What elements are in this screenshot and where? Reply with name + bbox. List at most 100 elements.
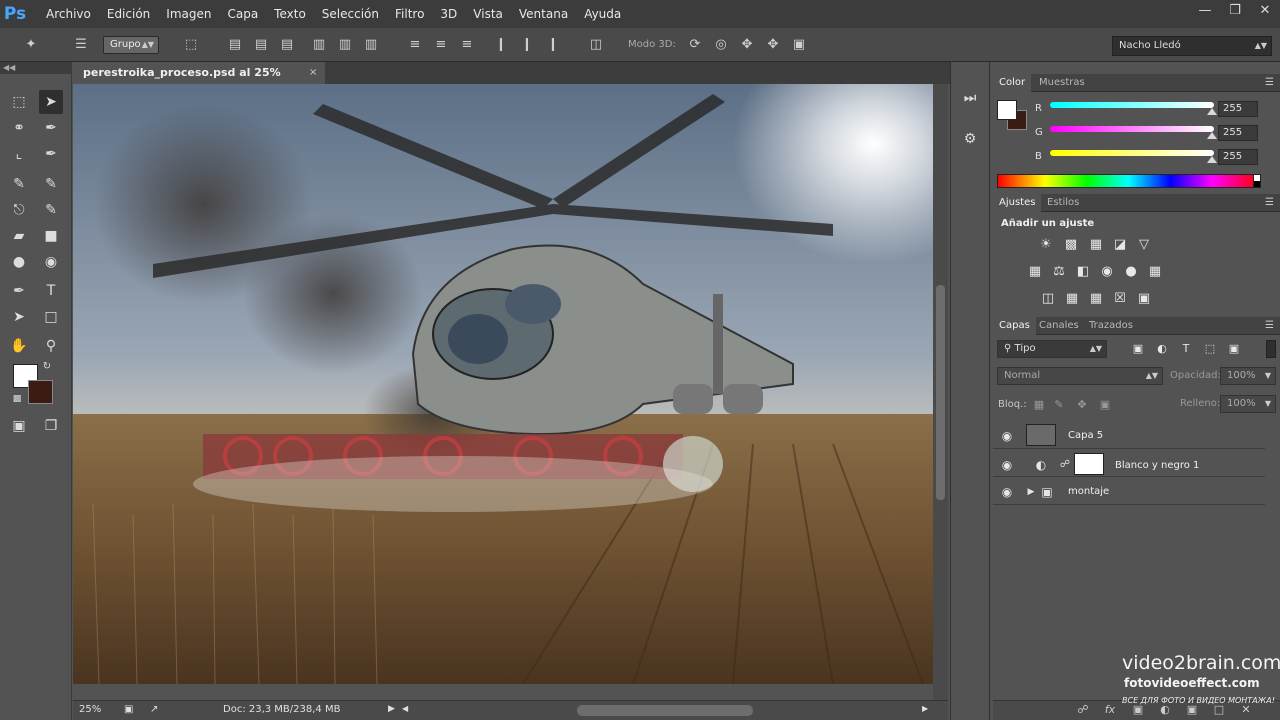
document-canvas[interactable]: [73, 84, 933, 684]
link-chain-icon[interactable]: ☍: [1058, 458, 1072, 472]
channel-b-knob[interactable]: [1207, 156, 1217, 163]
color-panel-foreground-swatch[interactable]: [997, 100, 1017, 120]
lasso-tool-icon[interactable]: ⚭: [7, 116, 31, 140]
color-spectrum-ramp[interactable]: [997, 174, 1260, 188]
panel-menu-icon[interactable]: ☰: [1265, 74, 1274, 92]
distribute-bottom-icon[interactable]: ≡: [458, 36, 476, 54]
slide-3d-icon[interactable]: ✥: [764, 36, 782, 54]
exposure-icon[interactable]: ◪: [1111, 236, 1129, 254]
filter-toggle-switch[interactable]: [1266, 340, 1276, 358]
layer-filter-dropdown[interactable]: ⚲ Tipo ▲▼: [997, 340, 1107, 358]
minimize-icon[interactable]: —: [1190, 0, 1220, 20]
brush-tool-icon[interactable]: ✎: [39, 172, 63, 196]
menu-filtro[interactable]: Filtro: [387, 0, 432, 28]
drag-3d-icon[interactable]: ✥: [738, 36, 756, 54]
roll-3d-icon[interactable]: ◎: [712, 36, 730, 54]
photo-filter-icon[interactable]: ◉: [1098, 263, 1116, 281]
lock-all-icon[interactable]: ▣: [1096, 396, 1114, 414]
status-share-icon[interactable]: ↗: [150, 704, 158, 715]
color-balance-icon[interactable]: ⚖: [1050, 263, 1068, 281]
tab-color[interactable]: Color: [993, 74, 1032, 92]
healing-brush-tool-icon[interactable]: ✎: [7, 172, 31, 196]
align-bottom-icon[interactable]: ▤: [278, 36, 296, 54]
tools-panel-collapse[interactable]: ◀◀: [0, 62, 72, 74]
panel-menu-icon[interactable]: ☰: [1265, 194, 1274, 212]
filter-pixel-icon[interactable]: ▣: [1129, 340, 1147, 358]
vibrance-icon[interactable]: ▽: [1135, 236, 1153, 254]
dodge-tool-icon[interactable]: ◉: [39, 250, 63, 274]
distribute-hcenter-icon[interactable]: ❙: [518, 36, 536, 54]
document-tab[interactable]: perestroika_proceso.psd al 25% (RGB/8) *: [73, 62, 325, 101]
status-menu-arrow-icon[interactable]: ▶: [388, 704, 395, 714]
selective-color-icon[interactable]: ☒: [1111, 290, 1129, 308]
brightness-contrast-icon[interactable]: ☀: [1037, 236, 1055, 254]
menu-ventana[interactable]: Ventana: [511, 0, 576, 28]
menu-archivo[interactable]: Archivo: [38, 0, 99, 28]
lock-transparent-icon[interactable]: ▦: [1030, 396, 1048, 414]
hue-saturation-icon[interactable]: ▦: [1026, 263, 1044, 281]
quick-mask-icon[interactable]: ▣: [7, 414, 31, 438]
distribute-right-icon[interactable]: ❙: [544, 36, 562, 54]
rotate-3d-icon[interactable]: ⟳: [686, 36, 704, 54]
workspace-dropdown[interactable]: Nacho Lledó ▲▼: [1112, 36, 1272, 56]
eraser-tool-icon[interactable]: ▰: [7, 224, 31, 248]
align-hcenter-icon[interactable]: ▥: [336, 36, 354, 54]
lock-position-icon[interactable]: ✥: [1073, 396, 1091, 414]
restore-icon[interactable]: ❐: [1220, 0, 1250, 20]
filter-type-icon[interactable]: T: [1177, 340, 1195, 358]
fx-icon[interactable]: fx: [1102, 703, 1118, 717]
delete-layer-icon[interactable]: ✕: [1238, 703, 1254, 717]
color-lookup-icon[interactable]: ▦: [1146, 263, 1164, 281]
default-colors-icon[interactable]: ▩: [10, 392, 24, 406]
tab-muestras[interactable]: Muestras: [1033, 74, 1091, 92]
close-icon[interactable]: ✕: [1250, 0, 1280, 20]
menu-seleccion[interactable]: Selección: [314, 0, 387, 28]
curves-icon[interactable]: ▦: [1087, 236, 1105, 254]
tab-ajustes[interactable]: Ajustes: [993, 194, 1042, 212]
filter-shape-icon[interactable]: ⬚: [1201, 340, 1219, 358]
blend-mode-dropdown[interactable]: Normal ▲▼: [997, 367, 1163, 385]
channel-r-knob[interactable]: [1207, 108, 1217, 115]
lock-image-icon[interactable]: ✎: [1050, 396, 1068, 414]
blur-tool-icon[interactable]: ●: [7, 250, 31, 274]
opacity-field[interactable]: 100% ▼: [1220, 367, 1276, 385]
scroll-left-icon[interactable]: ◀: [402, 704, 408, 713]
visibility-eye-icon[interactable]: ◉: [1000, 429, 1014, 443]
new-adjustment-icon[interactable]: ◐: [1157, 703, 1173, 717]
fill-field[interactable]: 100% ▼: [1220, 395, 1276, 413]
move-tool-preset-icon[interactable]: ✦: [22, 36, 40, 54]
invert-icon[interactable]: ◫: [1039, 290, 1057, 308]
menu-imagen[interactable]: Imagen: [158, 0, 219, 28]
channel-b-slider[interactable]: [1050, 150, 1214, 156]
threshold-icon[interactable]: ▦: [1087, 290, 1105, 308]
channel-r-value[interactable]: 255: [1218, 101, 1258, 117]
layer-name[interactable]: Blanco y negro 1: [1115, 460, 1199, 471]
tab-capas[interactable]: Capas: [993, 317, 1036, 335]
distribute-left-icon[interactable]: ❙: [492, 36, 510, 54]
menu-ayuda[interactable]: Ayuda: [576, 0, 629, 28]
add-mask-icon[interactable]: ▣: [1130, 703, 1146, 717]
link-layers-icon[interactable]: ☍: [1075, 703, 1091, 717]
zoom-tool-icon[interactable]: ⚲: [39, 334, 63, 358]
distribute-vcenter-icon[interactable]: ≡: [432, 36, 450, 54]
tab-estilos[interactable]: Estilos: [1041, 194, 1085, 212]
align-right-icon[interactable]: ▥: [362, 36, 380, 54]
crop-tool-icon[interactable]: ⌞: [7, 142, 31, 166]
filter-smart-object-icon[interactable]: ▣: [1225, 340, 1243, 358]
auto-align-icon[interactable]: ◫: [587, 36, 605, 54]
layer-mask-thumbnail[interactable]: [1074, 453, 1104, 475]
pen-tool-icon[interactable]: ✒: [7, 279, 31, 303]
channel-r-slider[interactable]: [1050, 102, 1214, 108]
black-white-icon[interactable]: ◧: [1074, 263, 1092, 281]
filter-adjustment-icon[interactable]: ◐: [1153, 340, 1171, 358]
align-top-icon[interactable]: ▤: [226, 36, 244, 54]
distribute-top-icon[interactable]: ≡: [406, 36, 424, 54]
menu-texto[interactable]: Texto: [266, 0, 314, 28]
auto-select-dropdown[interactable]: Grupo ▲▼: [103, 36, 159, 54]
history-brush-tool-icon[interactable]: ✎: [39, 198, 63, 222]
tab-trazados[interactable]: Trazados: [1083, 317, 1139, 335]
canvas-horizontal-scroll-thumb[interactable]: [577, 705, 753, 716]
channel-mixer-icon[interactable]: ●: [1122, 263, 1140, 281]
properties-panel-icon[interactable]: ⚙: [958, 128, 982, 150]
menu-edicion[interactable]: Edición: [99, 0, 158, 28]
